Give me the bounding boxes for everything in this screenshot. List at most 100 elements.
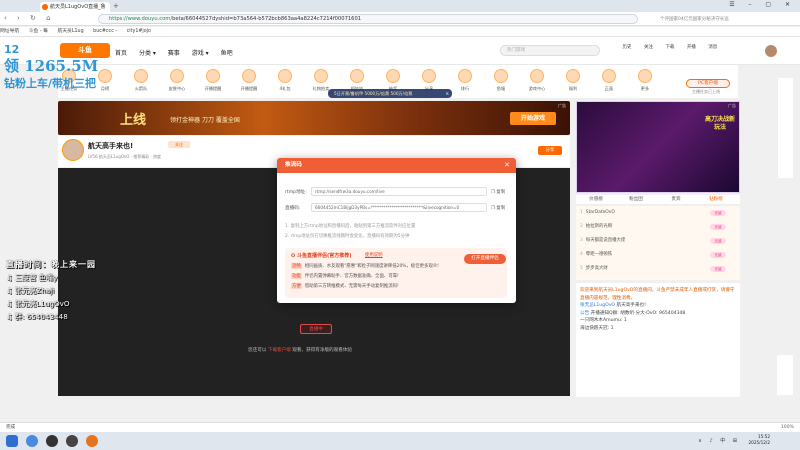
client-tip: 您还可以 下载客户端 观看，获得有净版的观看体验 (248, 347, 352, 353)
list-item[interactable]: 1 StarDateOvO 无敌 (580, 208, 736, 218)
close-icon[interactable]: ✕ (504, 158, 510, 173)
browser-tab[interactable]: 航天员L1ugOvO直播_鲁 (40, 2, 110, 12)
start-icon[interactable] (6, 435, 18, 447)
rtmp-address-field[interactable]: rtmp://sendfrw3a.douyu.com/live (311, 187, 487, 196)
nav-category[interactable]: 分类 ▾ (139, 50, 156, 57)
right-sidebar[interactable] (777, 78, 793, 178)
gift-label: 火箭队 (134, 86, 148, 91)
ad-banner[interactable]: 上线 领打金神器 刀刀 覆盖全国 开始游戏 广告 (58, 101, 570, 135)
nav-fishbar[interactable]: 鱼吧 (221, 50, 233, 57)
nav-games[interactable]: 游戏 ▾ (192, 50, 209, 57)
history-icon[interactable]: 历史 (618, 44, 636, 50)
user-avatar[interactable] (765, 45, 777, 57)
close-icon[interactable]: ✕ (445, 89, 449, 98)
download-client-link[interactable]: 下载客户端 (268, 348, 291, 353)
copy-key-button[interactable]: ❐ 复制 (491, 205, 505, 211)
address-bar[interactable]: https://www.douyu.com/beta/66044527dyshi… (98, 14, 638, 24)
open-companion-button[interactable]: 打开直播伴侣 (464, 254, 506, 264)
right-ad[interactable]: 广告 高刀决战新玩法 (576, 101, 740, 193)
copy-rtmp-button[interactable]: ❐ 复制 (491, 189, 505, 195)
gift-icon[interactable] (494, 69, 508, 83)
search-input[interactable]: 热门游戏 (500, 45, 600, 56)
rank-number: 5 (580, 266, 583, 271)
gift-icon[interactable] (98, 69, 112, 83)
message-icon[interactable]: 消息 (704, 44, 722, 50)
rank-number: 4 (580, 252, 583, 257)
gift-label: 正面 (604, 86, 614, 91)
game-app-icon[interactable] (86, 435, 98, 447)
window-controls[interactable]: ☰ – ▢ ✕ (729, 1, 796, 8)
app-icon[interactable] (66, 435, 78, 447)
news-ticker[interactable]: 个评国家04亿元国家分秘决守长远 (660, 16, 770, 22)
taskbar: ∧ ♪ 中 ⊞ 15:52 2025/12/2 (0, 432, 800, 450)
gift-icon[interactable] (350, 69, 364, 83)
nav-home[interactable]: 首页 (115, 50, 127, 57)
tab-value-rank[interactable]: 价值榜 (576, 195, 616, 205)
chat-panel[interactable]: 欢迎来到航天员L1ugOvO的直播间，斗鱼严禁未成年人直播或打赏，请遵守直播内容… (576, 283, 740, 397)
bookmark-item[interactable]: buc#ccc - (93, 29, 117, 34)
stream-overlay-top: 12 领 1265.5M 钻粉上车/带机三把 (4, 41, 98, 92)
vote-ticker[interactable]: 5日开票/鲁机甲 5000万/倍票 500万/倍票 ✕ (328, 89, 452, 98)
gift-icon[interactable] (566, 69, 580, 83)
usage-guide-link[interactable]: 使用说明 (365, 252, 383, 258)
stream-overlay-info: 直播时间：晚上来一园 ♫ 三度营 鱼嘴y ♫ 张元亮Zhaji ♫ 张元亮L1u… (6, 258, 96, 323)
chat-text: 一只网木木Amumu: 1 (580, 318, 627, 323)
streamer-subinfo: LV56 航天员L1ugOvO · 推荐精彩 · 热度 (88, 154, 162, 159)
bookmark-item[interactable]: 斗鱼 - 每 (29, 29, 48, 34)
list-item[interactable]: 5 步步高大财 无敌 (580, 264, 736, 274)
tab-vip[interactable]: 贵宾 (656, 195, 696, 205)
copy-label: 复制 (496, 206, 506, 211)
rank-name: StarDateOvO (585, 210, 615, 215)
list-item[interactable]: 4 零距一德顿铁 无敌 (580, 250, 736, 260)
gift-icon[interactable] (206, 69, 220, 83)
nav-events[interactable]: 赛事 (168, 50, 180, 57)
list-item[interactable]: 2 帕拉斯的光啊 无敌 (580, 222, 736, 232)
gift-label: 4礼包 (279, 86, 291, 91)
chat-user[interactable]: 张无忌L1ugOvO (580, 303, 615, 308)
gift-icon[interactable] (530, 69, 544, 83)
share-button[interactable]: 分享 (538, 146, 562, 155)
bookmark-item[interactable]: city1#jojo (127, 29, 151, 34)
pc-client-button[interactable]: PC客户端 (686, 79, 730, 88)
tab-diamond-fans[interactable]: 钻粉榜 (696, 195, 736, 205)
start-live-icon[interactable]: 开播 (682, 44, 700, 50)
follow-tag[interactable]: 关注 (168, 141, 190, 148)
follow-icon[interactable]: 关注 (639, 44, 657, 50)
gift-icon[interactable] (458, 69, 472, 83)
gift-icon[interactable] (170, 69, 184, 83)
gift-icon[interactable] (602, 69, 616, 83)
system-tray[interactable]: ∧ ♪ 中 ⊞ (698, 437, 740, 444)
overlay-heading: 直播时间：晚上来一园 (6, 259, 96, 269)
list-item[interactable]: 3 每天都是说直播大佬 无敌 (580, 236, 736, 246)
download-icon[interactable]: 下载 (661, 44, 679, 50)
gift-icon[interactable] (278, 69, 292, 83)
clock[interactable]: 15:52 2025/12/2 (749, 434, 770, 446)
stream-key-field[interactable]: 6604452mC1BIjgD3yPBs=*******************… (311, 203, 487, 212)
rank-badge: 无敌 (710, 266, 726, 272)
douyu-companion-icon: ✪ (291, 253, 296, 259)
right-ad-text: 高刀决战新玩法 (705, 116, 736, 131)
streamer-avatar[interactable] (62, 139, 84, 161)
right-sidebar-tools[interactable] (777, 355, 793, 395)
gift-icon[interactable] (638, 69, 652, 83)
gift-icon[interactable] (422, 69, 436, 83)
gift-icon[interactable] (134, 69, 148, 83)
header-icons: 历史 关注 下载 开播 消息 (618, 44, 724, 50)
nav-buttons[interactable]: ‹ › ↻ ⌂ (4, 14, 55, 22)
bookmark-item[interactable]: 网址导航 (0, 29, 19, 34)
gift-icon[interactable] (242, 69, 256, 83)
ad-label: 广告 (728, 103, 736, 108)
new-tab-button[interactable]: + (113, 2, 119, 10)
promo-text: 伴侣内置弹幕助手、官方数据准确、全面、可靠! (304, 274, 399, 279)
gift-label: 更多 (640, 86, 650, 91)
start-game-button[interactable]: 开始游戏 (510, 112, 556, 125)
live-button[interactable]: 直播中 (300, 324, 332, 334)
bookmark-item[interactable]: 航天员L1ug (57, 29, 83, 34)
site-header: 斗鱼 首页 分类 ▾ 赛事 游戏 ▾ 鱼吧 热门游戏 历史 关注 下载 开播 消… (0, 37, 800, 65)
gift-icon[interactable] (386, 69, 400, 83)
browser-app-icon[interactable] (26, 435, 38, 447)
tab-fans[interactable]: 粉丝团 (616, 195, 656, 205)
chat-user[interactable]: 公告 (580, 311, 589, 316)
gift-icon[interactable] (314, 69, 328, 83)
obs-app-icon[interactable] (46, 435, 58, 447)
